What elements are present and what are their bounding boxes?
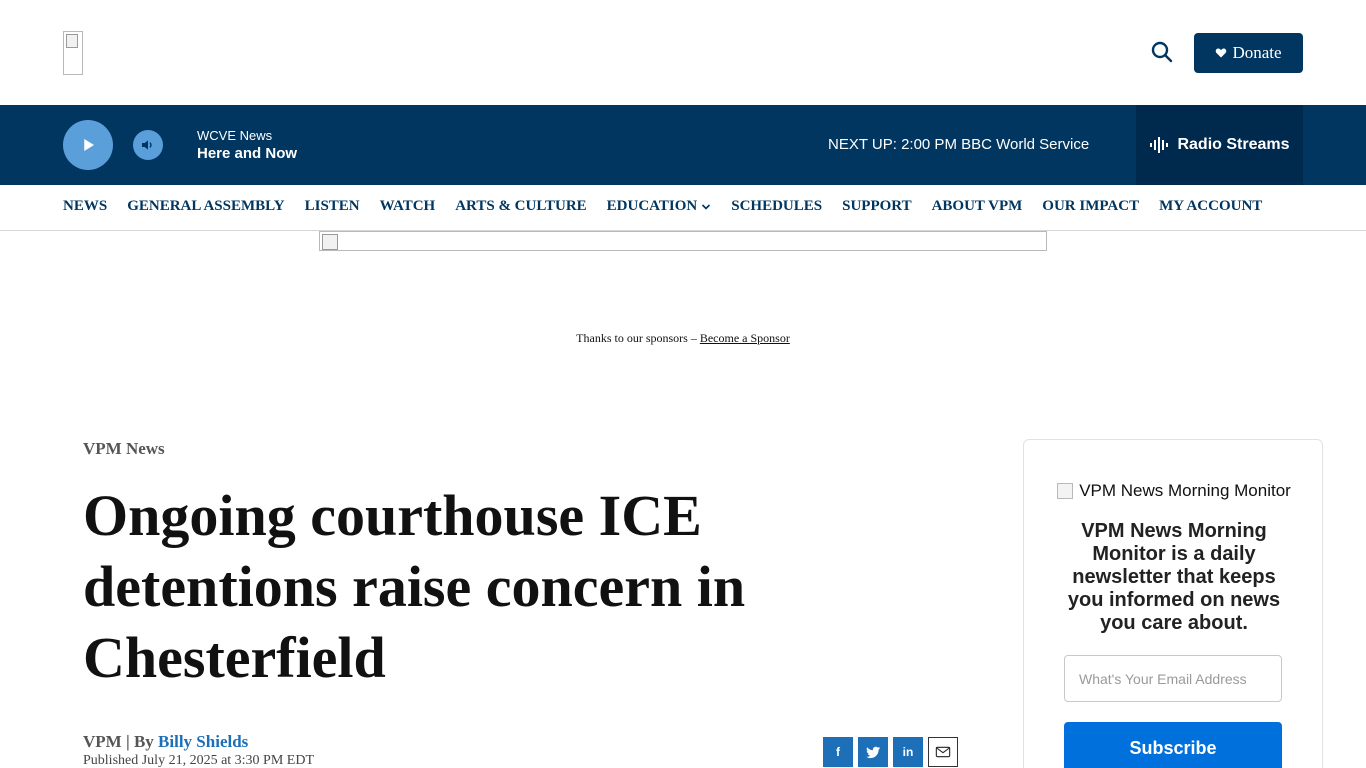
- nav-label: GENERAL ASSEMBLY: [127, 198, 285, 214]
- donate-button[interactable]: Donate: [1194, 33, 1303, 73]
- newsletter-description: VPM News Morning Monitor is a daily news…: [1067, 520, 1281, 634]
- ad-banner[interactable]: [319, 231, 1047, 251]
- newsletter-image: VPM News Morning Monitor: [1024, 481, 1324, 501]
- radio-streams-label: Radio Streams: [1177, 136, 1290, 153]
- next-up-text: NEXT UP: 2:00 PM BBC World Service: [828, 136, 1090, 153]
- heart-icon: [1216, 48, 1227, 58]
- radio-streams-button[interactable]: Radio Streams: [1136, 105, 1303, 185]
- share-facebook-button[interactable]: f: [823, 737, 853, 767]
- nav-label: LISTEN: [304, 198, 360, 214]
- sponsor-text: Thanks to our sponsors –: [576, 331, 697, 345]
- share-twitter-button[interactable]: [858, 737, 888, 767]
- play-icon: [84, 139, 94, 151]
- share-email-button[interactable]: [928, 737, 958, 767]
- donate-label: Donate: [1232, 43, 1282, 62]
- nav-item-schedules[interactable]: SCHEDULES: [731, 198, 822, 215]
- nav-item-news[interactable]: NEWS: [63, 198, 107, 215]
- nav-item-arts-culture[interactable]: ARTS & CULTURE: [455, 198, 586, 215]
- nav-label: SUPPORT: [842, 198, 912, 214]
- subscribe-button[interactable]: Subscribe: [1064, 722, 1282, 768]
- volume-icon: [142, 140, 152, 150]
- nav-item-listen[interactable]: LISTEN: [305, 198, 360, 215]
- email-icon: [935, 746, 951, 758]
- nav-label: SCHEDULES: [731, 198, 823, 214]
- share-linkedin-button[interactable]: in: [893, 737, 923, 767]
- become-sponsor-link[interactable]: Become a Sponsor: [700, 331, 790, 345]
- published-date: Published July 21, 2025 at 3:30 PM EDT: [83, 753, 315, 768]
- volume-button[interactable]: [133, 130, 163, 160]
- facebook-icon: f: [836, 745, 840, 759]
- newsletter-image-alt: VPM News Morning Monitor: [1079, 481, 1291, 500]
- broken-image-icon: [1057, 483, 1074, 499]
- site-header: Donate: [0, 0, 1366, 105]
- article-headline: Ongoing courthouse ICE detentions raise …: [83, 483, 746, 690]
- nav-list: NEWS GENERAL ASSEMBLY LISTEN WATCH ARTS …: [63, 198, 1262, 215]
- audio-wave-icon: [1150, 137, 1169, 153]
- newsletter-signup-card: VPM News Morning Monitor VPM News Mornin…: [1023, 439, 1323, 768]
- nav-item-education[interactable]: EDUCATION: [607, 198, 712, 215]
- main-nav: NEWS GENERAL ASSEMBLY LISTEN WATCH ARTS …: [0, 185, 1366, 231]
- article-kicker[interactable]: VPM News: [83, 439, 165, 459]
- nav-item-my-account[interactable]: MY ACCOUNT: [1159, 198, 1262, 215]
- nav-label: OUR IMPACT: [1042, 198, 1140, 214]
- nav-label: NEWS: [63, 198, 108, 214]
- audio-player-bar: WCVE News Here and Now NEXT UP: 2:00 PM …: [0, 105, 1366, 185]
- now-playing-station: WCVE News: [197, 128, 273, 143]
- play-button[interactable]: [63, 120, 113, 170]
- nav-item-support[interactable]: SUPPORT: [842, 198, 911, 215]
- nav-label: ARTS & CULTURE: [455, 198, 587, 214]
- vpm-logo[interactable]: [63, 31, 83, 75]
- byline-source: VPM | By: [83, 732, 154, 751]
- nav-label: WATCH: [379, 198, 436, 214]
- article-byline: VPM | By Billy Shields: [83, 732, 248, 752]
- nav-item-watch[interactable]: WATCH: [380, 198, 436, 215]
- author-link[interactable]: Billy Shields: [158, 732, 248, 751]
- nav-label: MY ACCOUNT: [1159, 198, 1263, 214]
- search-icon[interactable]: [1150, 40, 1174, 64]
- chevron-down-icon: [702, 203, 711, 210]
- nav-item-about-vpm[interactable]: ABOUT VPM: [932, 198, 1023, 215]
- nav-item-our-impact[interactable]: OUR IMPACT: [1042, 198, 1139, 215]
- nav-item-general-assembly[interactable]: GENERAL ASSEMBLY: [127, 198, 284, 215]
- nav-label: ABOUT VPM: [931, 198, 1023, 214]
- twitter-icon: [866, 746, 880, 759]
- linkedin-icon: in: [902, 745, 914, 759]
- email-field[interactable]: [1064, 655, 1282, 702]
- now-playing-program[interactable]: Here and Now: [197, 145, 297, 162]
- nav-label: EDUCATION: [606, 198, 698, 214]
- sponsor-line: Thanks to our sponsors – Become a Sponso…: [0, 331, 1366, 346]
